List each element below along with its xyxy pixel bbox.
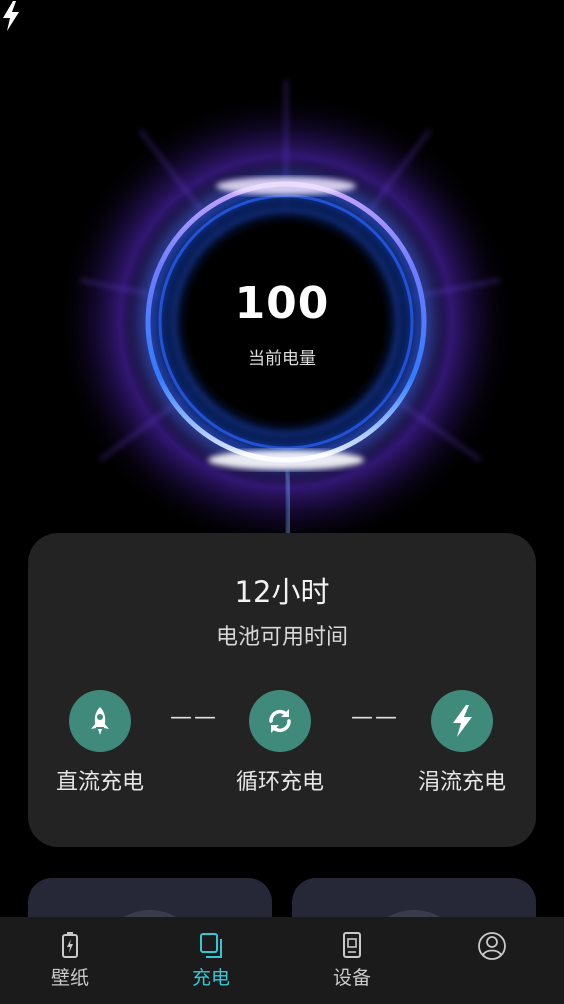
nav-item-wallpaper[interactable]: 壁纸	[20, 931, 120, 990]
charging-card: 12小时 电池可用时间 直流充电 —— 循环充电 —— 涓流充电	[28, 533, 536, 847]
profile-icon	[478, 932, 506, 960]
device-icon	[343, 932, 361, 958]
battery-level-label: 当前电量	[248, 349, 316, 369]
mode-separator: ——	[351, 705, 399, 730]
sync-icon	[249, 690, 311, 752]
mode-label: 直流充电	[55, 770, 144, 795]
mode-separator: ——	[170, 705, 218, 730]
nav-label: 充电	[191, 967, 230, 989]
mode-trickle-charge[interactable]: 涓流充电	[397, 690, 527, 796]
battery-hero: 100 当前电量	[0, 0, 564, 540]
nav-label: 壁纸	[50, 967, 89, 989]
nav-item-profile[interactable]	[442, 931, 542, 967]
mode-cycle-charge[interactable]: 循环充电	[215, 690, 345, 796]
battery-level: 100	[234, 278, 330, 329]
battery-icon	[62, 932, 78, 958]
charging-bolt-icon	[3, 1, 19, 31]
nav-label: 设备	[332, 967, 371, 989]
bottom-nav: 壁纸 充电 设备	[0, 917, 564, 1004]
glow-ring-graphic	[56, 80, 516, 540]
battery-time-value: 12小时	[234, 575, 330, 609]
layers-icon	[200, 933, 222, 958]
rocket-icon	[69, 690, 131, 752]
battery-time-label: 电池可用时间	[215, 625, 348, 650]
mode-label: 涓流充电	[417, 770, 506, 795]
mode-direct-charge[interactable]: 直流充电	[35, 690, 165, 796]
bolt-icon	[431, 690, 493, 752]
mode-label: 循环充电	[235, 770, 324, 795]
nav-item-charging[interactable]: 充电	[161, 931, 261, 990]
nav-item-device[interactable]: 设备	[302, 931, 402, 990]
